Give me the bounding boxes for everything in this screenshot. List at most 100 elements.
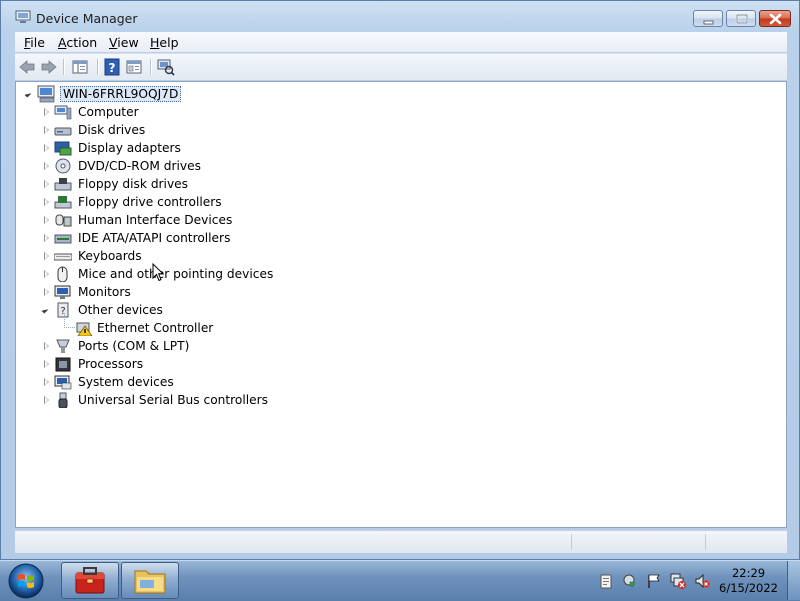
- mouse-cursor-icon: [152, 263, 164, 282]
- close-button[interactable]: [759, 10, 791, 27]
- expand-arrow-icon[interactable]: [44, 360, 49, 368]
- volume-muted-icon[interactable]: [694, 573, 710, 589]
- monitor-icon: [54, 285, 71, 299]
- tree-item-label: Floppy disk drives: [78, 177, 189, 191]
- menu-bar: File Action View Help: [15, 32, 787, 52]
- computer-icon: [54, 105, 72, 120]
- tree-item[interactable]: Ports (COM & LPT): [16, 337, 356, 355]
- toolbar: ?: [15, 53, 787, 80]
- tree-root[interactable]: WIN-6FRRL9OQJ7D: [22, 85, 322, 103]
- processor-icon: [55, 357, 71, 372]
- help-icon[interactable]: ?: [103, 58, 121, 76]
- tree-item[interactable]: Monitors: [16, 283, 356, 301]
- expand-arrow-icon[interactable]: [44, 126, 49, 134]
- expand-arrow-icon[interactable]: [44, 270, 49, 278]
- minimize-button[interactable]: [693, 10, 723, 27]
- menu-help[interactable]: Help: [150, 35, 179, 50]
- console-tree-icon[interactable]: [71, 58, 89, 76]
- toolbox-icon: [75, 567, 105, 594]
- device-tree[interactable]: WIN-6FRRL9OQJ7D Computer Disk drives Displ…: [15, 81, 787, 528]
- toolbar-separator: [97, 59, 99, 75]
- tree-item[interactable]: Keyboards: [16, 247, 356, 265]
- expand-arrow-icon[interactable]: [44, 342, 49, 350]
- expand-arrow-icon[interactable]: [44, 216, 49, 224]
- window-title: Device Manager: [36, 11, 138, 26]
- show-desktop-button[interactable]: [787, 561, 800, 600]
- title-bar[interactable]: Device Manager: [1, 1, 799, 31]
- tree-item[interactable]: DVD/CD-ROM drives: [16, 157, 356, 175]
- expand-arrow-icon[interactable]: [44, 252, 49, 260]
- display-adapter-icon: [54, 141, 72, 156]
- expand-arrow-icon[interactable]: [44, 180, 49, 188]
- toolbar-separator: [63, 59, 65, 75]
- tree-item[interactable]: System devices: [16, 373, 356, 391]
- tree-item[interactable]: Universal Serial Bus controllers: [16, 391, 356, 409]
- expand-arrow-icon[interactable]: [44, 396, 49, 404]
- tree-item[interactable]: Disk drives: [16, 121, 356, 139]
- tree-item[interactable]: Mice and other pointing devices: [16, 265, 356, 283]
- system-device-icon: [54, 375, 72, 390]
- clipboard-icon[interactable]: [598, 573, 614, 589]
- collapse-arrow-icon[interactable]: [24, 90, 32, 98]
- taskbar-explorer-button[interactable]: [121, 562, 179, 599]
- tree-item-label: System devices: [78, 375, 174, 389]
- expand-arrow-icon[interactable]: [44, 144, 49, 152]
- scan-hardware-icon[interactable]: [157, 58, 175, 76]
- tree-item-label: IDE ATA/ATAPI controllers: [78, 231, 231, 245]
- forward-arrow-icon[interactable]: [40, 58, 58, 76]
- tree-root-label: WIN-6FRRL9OQJ7D: [60, 86, 182, 102]
- clock[interactable]: 22:29 6/15/2022: [719, 566, 778, 596]
- taskbar-device-manager-button[interactable]: [61, 562, 119, 599]
- tree-item[interactable]: Floppy disk drives: [16, 175, 356, 193]
- floppy-controller-icon: [54, 196, 72, 209]
- tree-item[interactable]: Floppy drive controllers: [16, 193, 356, 211]
- tree-item[interactable]: Processors: [16, 355, 356, 373]
- tree-item[interactable]: Human Interface Devices: [16, 211, 356, 229]
- expand-arrow-icon[interactable]: [44, 162, 49, 170]
- status-bar: [15, 530, 787, 553]
- start-button[interactable]: [6, 562, 46, 600]
- menu-file[interactable]: File: [24, 35, 45, 50]
- expand-arrow-icon[interactable]: [44, 288, 49, 296]
- tree-child-label: Ethernet Controller: [97, 321, 214, 335]
- security-shield-icon[interactable]: [622, 573, 638, 589]
- menu-view[interactable]: View: [109, 35, 139, 50]
- minimize-icon: [703, 20, 714, 25]
- tree-item-label: Universal Serial Bus controllers: [78, 393, 268, 407]
- warning-device-icon: [76, 322, 93, 336]
- tree-item-label: Human Interface Devices: [78, 213, 233, 227]
- action-center-flag-icon[interactable]: [646, 573, 662, 589]
- menu-action[interactable]: Action: [58, 35, 97, 50]
- collapse-arrow-icon[interactable]: [41, 306, 49, 314]
- network-error-icon[interactable]: [670, 573, 686, 589]
- expand-arrow-icon[interactable]: [44, 198, 49, 206]
- taskbar: 22:29 6/15/2022: [0, 560, 800, 601]
- keyboard-icon: [54, 253, 72, 261]
- expand-arrow-icon[interactable]: [44, 234, 49, 242]
- hid-icon: [55, 214, 72, 227]
- expand-arrow-icon[interactable]: [44, 378, 49, 386]
- floppy-drive-icon: [54, 178, 72, 191]
- tree-item[interactable]: IDE ATA/ATAPI controllers: [16, 229, 356, 247]
- status-segment: [705, 534, 706, 550]
- back-arrow-icon[interactable]: [18, 58, 36, 76]
- tree-item[interactable]: Display adapters: [16, 139, 356, 157]
- device-manager-icon: [15, 10, 31, 23]
- status-segment: [571, 534, 572, 550]
- tree-item-label: Computer: [78, 105, 139, 119]
- device-manager-window: Device Manager File Action View Help ? W…: [0, 0, 800, 560]
- close-icon: [769, 13, 782, 25]
- port-icon: [56, 339, 70, 353]
- computer-root-icon: [37, 85, 55, 103]
- svg-text:?: ?: [109, 61, 116, 75]
- tree-item-label: Disk drives: [78, 123, 146, 137]
- tree-child-item[interactable]: Ethernet Controller: [16, 319, 356, 337]
- tree-item-label: Keyboards: [78, 249, 142, 263]
- toolbar-separator: [150, 59, 152, 75]
- expand-arrow-icon[interactable]: [44, 108, 49, 116]
- maximize-button[interactable]: [726, 10, 756, 27]
- tree-item-label: Monitors: [78, 285, 131, 299]
- properties-icon[interactable]: [125, 58, 143, 76]
- tree-item-label: DVD/CD-ROM drives: [78, 159, 201, 173]
- tree-item[interactable]: Computer: [16, 103, 356, 121]
